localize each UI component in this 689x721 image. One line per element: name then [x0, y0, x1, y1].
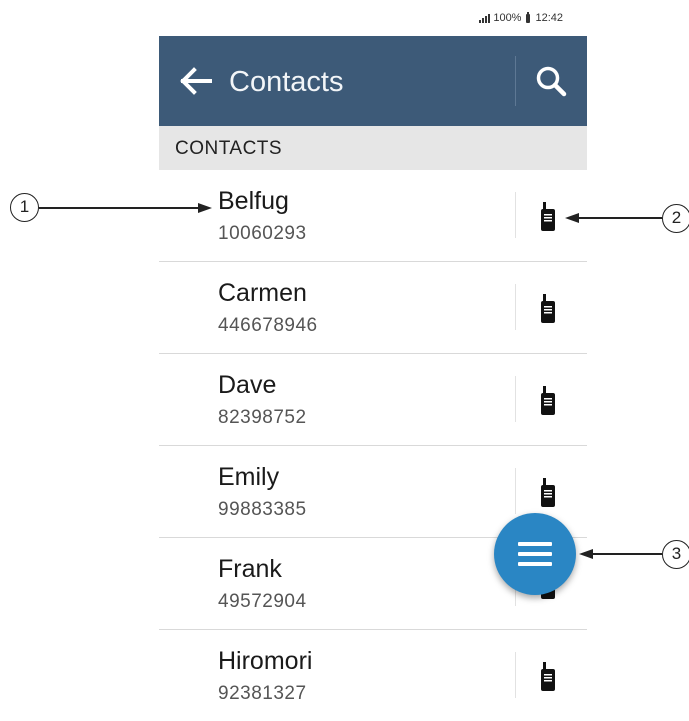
section-header-label: CONTACTS: [175, 138, 283, 159]
row-divider: [515, 652, 516, 698]
contact-row[interactable]: Belfug 10060293: [159, 170, 587, 262]
battery-icon: [526, 11, 531, 23]
row-divider: [515, 284, 516, 330]
battery-level: 100%: [493, 12, 522, 24]
contact-row[interactable]: Dave 82398752: [159, 354, 587, 446]
status-group: 100% 12:42: [479, 11, 563, 24]
radio-icon[interactable]: [538, 385, 558, 417]
contact-name: Dave: [218, 371, 277, 399]
contact-number: 446678946: [218, 315, 318, 336]
contact-list: Belfug 10060293 Carmen 446678946 Dave 82…: [159, 170, 587, 721]
contact-number: 49572904: [218, 591, 307, 612]
radio-icon[interactable]: [538, 293, 558, 325]
contact-number: 92381327: [218, 683, 307, 704]
callout-2-arrow: [565, 213, 579, 223]
contact-name: Carmen: [218, 279, 307, 307]
callout-1: 1: [10, 193, 39, 222]
contact-name: Hiromori: [218, 647, 313, 675]
contact-name: Emily: [218, 463, 280, 491]
status-bar: 100% 12:42: [159, 0, 587, 36]
page-title: Contacts: [229, 66, 344, 98]
row-divider: [515, 376, 516, 422]
contact-name: Belfug: [218, 187, 289, 215]
callout-3: 3: [662, 540, 689, 569]
row-divider: [515, 468, 516, 514]
contact-number: 99883385: [218, 499, 307, 520]
radio-icon[interactable]: [538, 477, 558, 509]
contact-row[interactable]: Carmen 446678946: [159, 262, 587, 354]
clock: 12:42: [535, 12, 563, 24]
contact-row[interactable]: Hiromori 92381327: [159, 630, 587, 721]
app-bar: Contacts: [159, 36, 587, 126]
contact-number: 10060293: [218, 223, 307, 244]
menu-icon: [518, 542, 552, 566]
contact-number: 82398752: [218, 407, 307, 428]
section-header: CONTACTS: [159, 126, 587, 170]
callout-1-line: [39, 207, 199, 209]
app-bar-divider: [515, 56, 516, 106]
radio-icon[interactable]: [538, 201, 558, 233]
callout-2: 2: [662, 204, 689, 233]
row-divider: [515, 192, 516, 238]
menu-fab-button[interactable]: [494, 513, 576, 595]
signal-icon: [479, 13, 491, 23]
back-arrow-icon[interactable]: [179, 66, 213, 96]
callout-3-line: [592, 553, 662, 555]
radio-icon[interactable]: [538, 661, 558, 693]
contact-name: Frank: [218, 555, 282, 583]
search-icon[interactable]: [534, 64, 568, 98]
callout-2-line: [578, 217, 662, 219]
callout-3-arrow: [579, 549, 593, 559]
callout-1-arrow: [198, 203, 212, 213]
